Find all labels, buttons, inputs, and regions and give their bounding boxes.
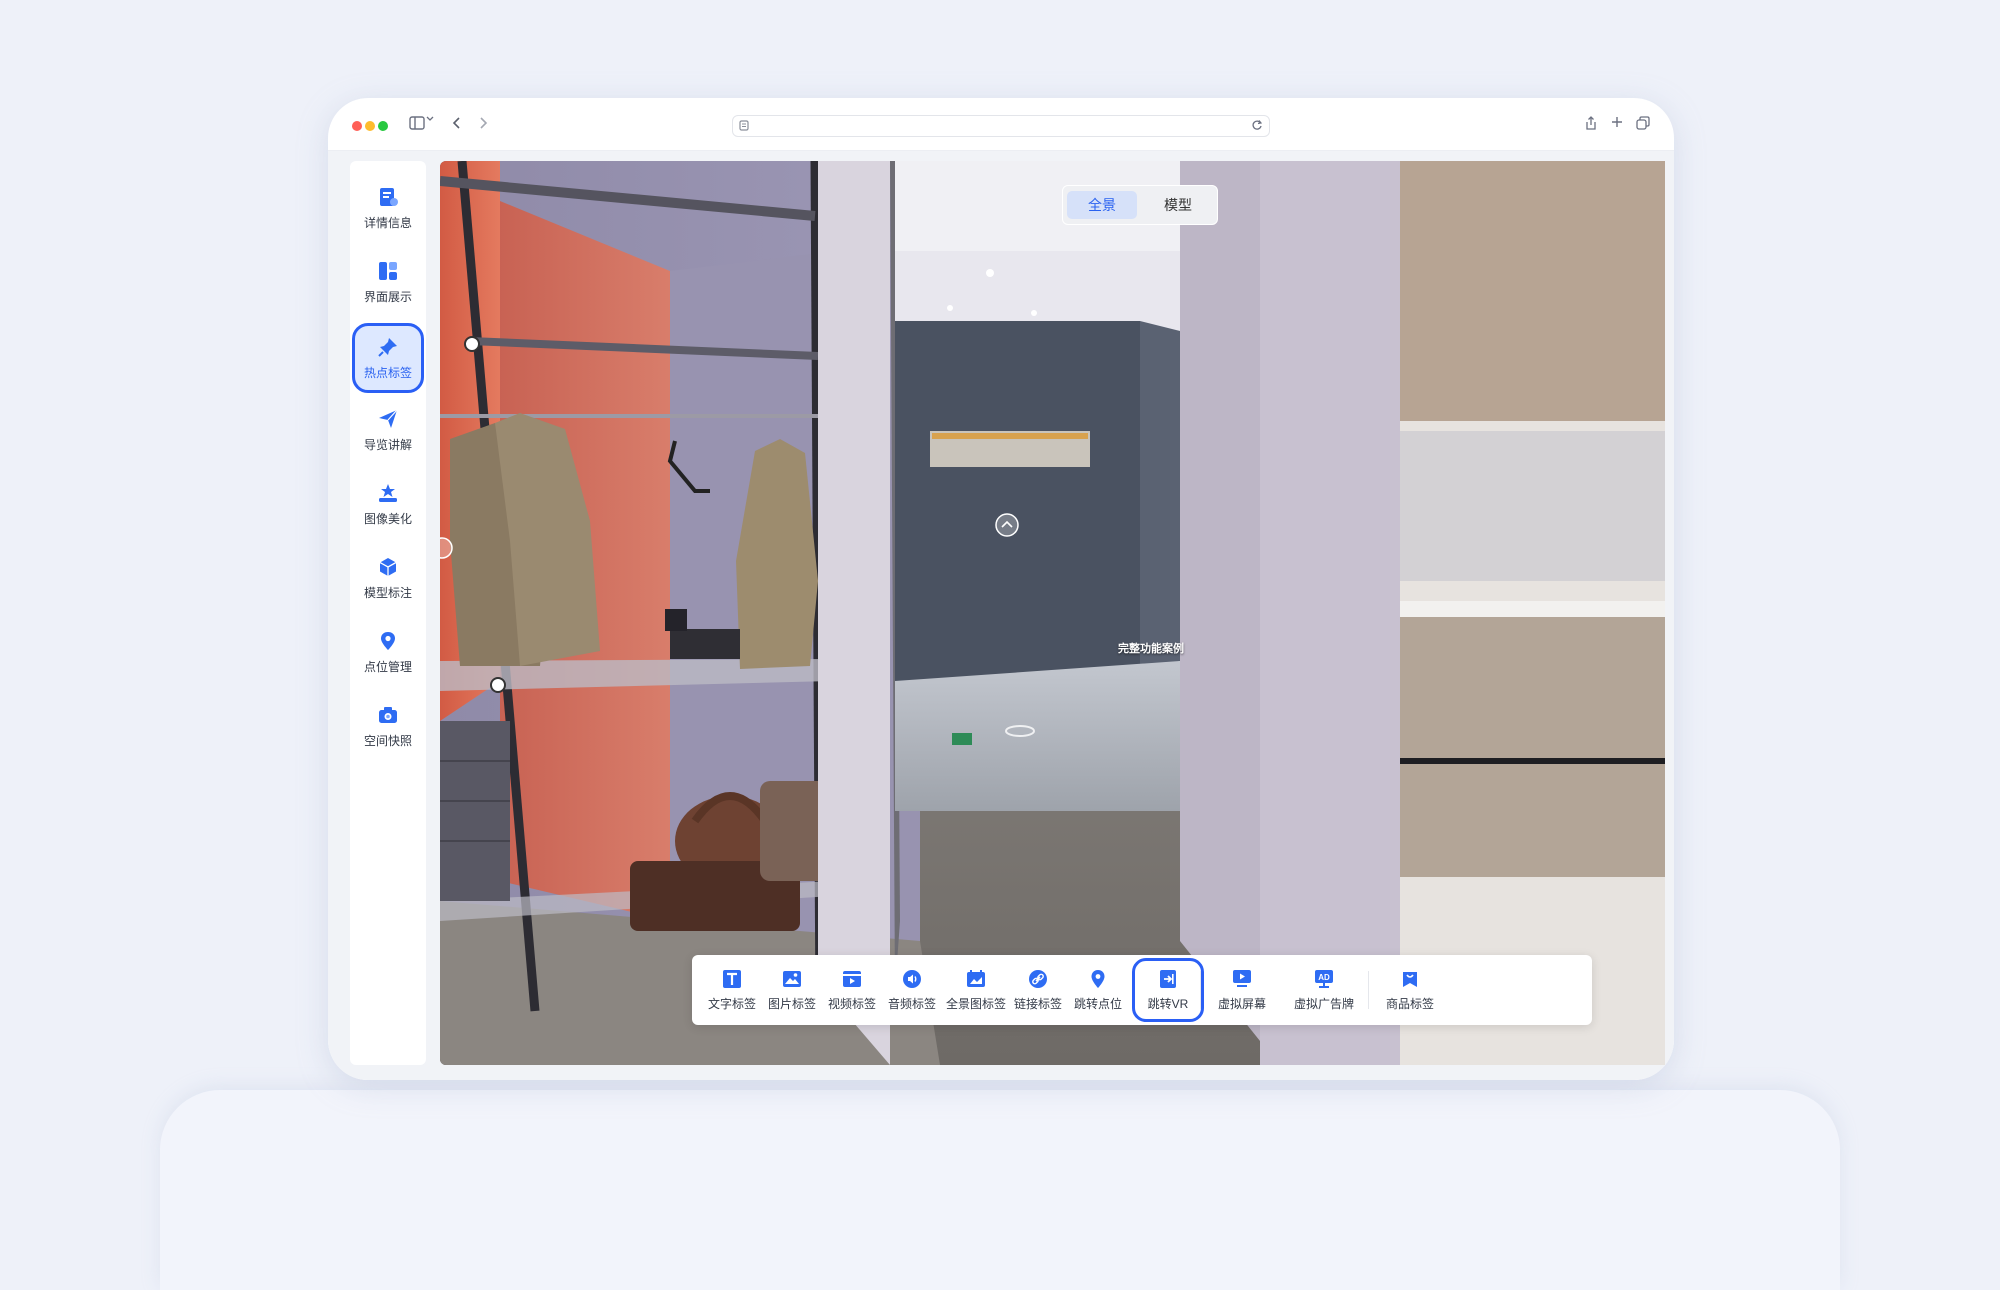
sidebar-item-space-snapshot[interactable]: 空间快照 xyxy=(354,693,422,759)
dock-item-label: 音频标签 xyxy=(887,996,936,1011)
panorama-viewer[interactable]: 全景 模型 完整功能案例 文字标签 图片标签 视频标签 音频标签 全景图标签 链… xyxy=(440,161,1665,1065)
dock-item-audio-tag[interactable]: 音频标签 xyxy=(876,961,948,1019)
dock-divider xyxy=(1368,971,1369,1009)
sidebar-item-label: 点位管理 xyxy=(363,659,412,674)
dock-item-jump-point[interactable]: 跳转点位 xyxy=(1062,961,1134,1019)
browser-window: 详情信息 界面展示 热点标签 导览讲解 图像美化 模型标注 点位管理 空间快照 … xyxy=(328,98,1674,1080)
panorama-icon xyxy=(967,969,985,987)
new-tab-icon[interactable] xyxy=(1606,112,1628,132)
sidebar-item-point-management[interactable]: 点位管理 xyxy=(354,619,422,685)
dock-item-label: 跳转VR xyxy=(1147,996,1189,1011)
sidebar-item-layout[interactable]: 界面展示 xyxy=(354,249,422,315)
dock-item-label: 跳转点位 xyxy=(1073,996,1122,1011)
sidebar-item-guided-tour[interactable]: 导览讲解 xyxy=(354,397,422,463)
video-icon xyxy=(843,970,861,987)
dock-item-jump-vr[interactable]: 跳转VR xyxy=(1132,958,1204,1022)
reload-icon[interactable] xyxy=(1251,119,1263,131)
dock-item-label: 商品标签 xyxy=(1385,996,1434,1011)
sidebar-item-label: 导览讲解 xyxy=(363,437,412,452)
tab-overview-icon[interactable] xyxy=(1632,112,1654,134)
panorama-scene[interactable] xyxy=(440,161,1665,1065)
location-icon xyxy=(381,631,395,650)
pin-icon xyxy=(378,337,397,357)
camera-icon xyxy=(379,706,397,723)
location-icon xyxy=(1091,969,1105,988)
audio-icon xyxy=(903,969,921,988)
browser-toolbar xyxy=(328,98,1674,151)
image-icon xyxy=(783,970,801,987)
link-icon xyxy=(1029,969,1047,988)
tab-panorama[interactable]: 全景 xyxy=(1067,191,1137,219)
layout-icon xyxy=(379,261,397,280)
close-window-button[interactable] xyxy=(352,121,362,131)
maximize-window-button[interactable] xyxy=(378,121,388,131)
chevron-down-icon[interactable] xyxy=(424,112,436,126)
screen-icon xyxy=(1233,969,1251,987)
sidebar-item-image-enhance[interactable]: 图像美化 xyxy=(354,471,422,537)
dock-item-virtual-billboard[interactable]: AD 虚拟广告牌 xyxy=(1288,961,1360,1019)
view-mode-toggle: 全景 模型 xyxy=(1062,185,1218,225)
cube-icon xyxy=(379,557,397,576)
dock-item-label: 全景图标签 xyxy=(945,996,1006,1011)
editor-app: 详情信息 界面展示 热点标签 导览讲解 图像美化 模型标注 点位管理 空间快照 … xyxy=(328,151,1674,1080)
sidebar-item-label: 模型标注 xyxy=(363,585,412,600)
product-tag-icon xyxy=(1403,971,1417,987)
back-arrow-icon[interactable] xyxy=(446,112,468,134)
sidebar-item-details[interactable]: 详情信息 xyxy=(354,175,422,241)
minimize-window-button[interactable] xyxy=(365,121,375,131)
sidebar-item-hotspot-tags[interactable]: 热点标签 xyxy=(352,323,424,393)
address-bar[interactable] xyxy=(732,115,1270,137)
hotspot-type-toolbar: 文字标签 图片标签 视频标签 音频标签 全景图标签 链接标签 跳转点位 跳转VR… xyxy=(692,955,1592,1025)
paper-plane-icon xyxy=(379,409,398,428)
share-icon[interactable] xyxy=(1580,112,1602,135)
svg-text:AD: AD xyxy=(1318,973,1330,982)
vr-jump-icon xyxy=(1160,969,1176,988)
dock-item-label: 视频标签 xyxy=(827,996,876,1011)
tab-model[interactable]: 模型 xyxy=(1143,191,1213,219)
dock-item-label: 图片标签 xyxy=(767,996,816,1011)
ad-billboard-icon: AD xyxy=(1315,969,1333,988)
dock-divider xyxy=(1200,971,1201,1009)
sidebar-item-label: 图像美化 xyxy=(363,511,412,526)
dock-item-label: 文字标签 xyxy=(707,996,756,1011)
sidebar-item-label: 空间快照 xyxy=(363,733,412,748)
dock-item-product-tag[interactable]: 商品标签 xyxy=(1374,961,1446,1019)
sidebar-item-label: 热点标签 xyxy=(363,365,412,380)
forward-arrow-icon[interactable] xyxy=(472,112,494,134)
hotspot-label[interactable]: 完整功能案例 xyxy=(1118,640,1184,656)
sidebar-item-model-annotation[interactable]: 模型标注 xyxy=(354,545,422,611)
dock-item-label: 链接标签 xyxy=(1013,996,1062,1011)
document-icon xyxy=(380,187,398,206)
dock-item-label: 虚拟屏幕 xyxy=(1217,996,1266,1011)
page-icon xyxy=(739,120,749,131)
dock-item-virtual-screen[interactable]: 虚拟屏幕 xyxy=(1206,961,1278,1019)
image-enhance-icon xyxy=(379,483,397,502)
sidebar-item-label: 详情信息 xyxy=(363,215,412,230)
sidebar-item-label: 界面展示 xyxy=(363,289,412,304)
function-sidebar: 详情信息 界面展示 热点标签 导览讲解 图像美化 模型标注 点位管理 空间快照 xyxy=(350,161,426,1065)
device-stand xyxy=(160,1090,1840,1290)
text-icon xyxy=(723,969,741,988)
dock-item-label: 虚拟广告牌 xyxy=(1293,996,1354,1011)
